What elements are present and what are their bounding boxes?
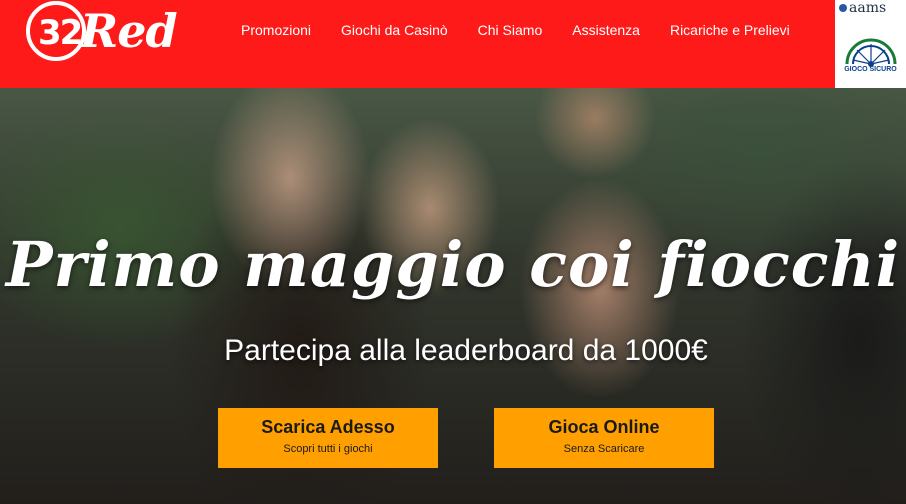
- play-online-button[interactable]: Gioca Online Senza Scaricare: [494, 408, 714, 468]
- download-button-subtitle: Scopri tutti i giochi: [283, 443, 373, 455]
- hero-headline: Primo maggio coi fiocchi: [5, 228, 901, 301]
- nav-item-ricariche[interactable]: Ricariche e Prelievi: [655, 20, 805, 40]
- nav-item-giochi[interactable]: Giochi da Casinò: [326, 20, 463, 40]
- play-online-button-subtitle: Senza Scaricare: [563, 443, 645, 455]
- aams-logo-icon: [839, 4, 847, 12]
- aams-badge[interactable]: aams GIOCO SICURO: [835, 0, 906, 88]
- brand-logo[interactable]: 32 Red: [26, 0, 178, 68]
- nav-item-chi-siamo[interactable]: Chi Siamo: [463, 20, 558, 40]
- gioco-sicuro-label: GIOCO SICURO: [844, 66, 897, 73]
- main-nav: Promozioni Giochi da Casinò Chi Siamo As…: [226, 20, 805, 40]
- site-header: 32 Red Promozioni Giochi da Casinò Chi S…: [0, 0, 906, 88]
- hero-subline: Partecipa alla leaderboard da 1000€: [224, 334, 708, 367]
- play-online-button-title: Gioca Online: [548, 417, 660, 437]
- logo-ring: 32: [26, 1, 86, 61]
- download-button[interactable]: Scarica Adesso Scopri tutti i giochi: [218, 408, 438, 468]
- nav-item-assistenza[interactable]: Assistenza: [557, 20, 655, 40]
- download-button-title: Scarica Adesso: [261, 417, 395, 437]
- aams-label: aams: [849, 0, 887, 16]
- logo-word: Red: [80, 4, 178, 58]
- hero-banner: Primo maggio coi fiocchi Partecipa alla …: [0, 88, 906, 504]
- nav-item-promozioni[interactable]: Promozioni: [226, 20, 326, 40]
- logo-number: 32: [38, 13, 83, 53]
